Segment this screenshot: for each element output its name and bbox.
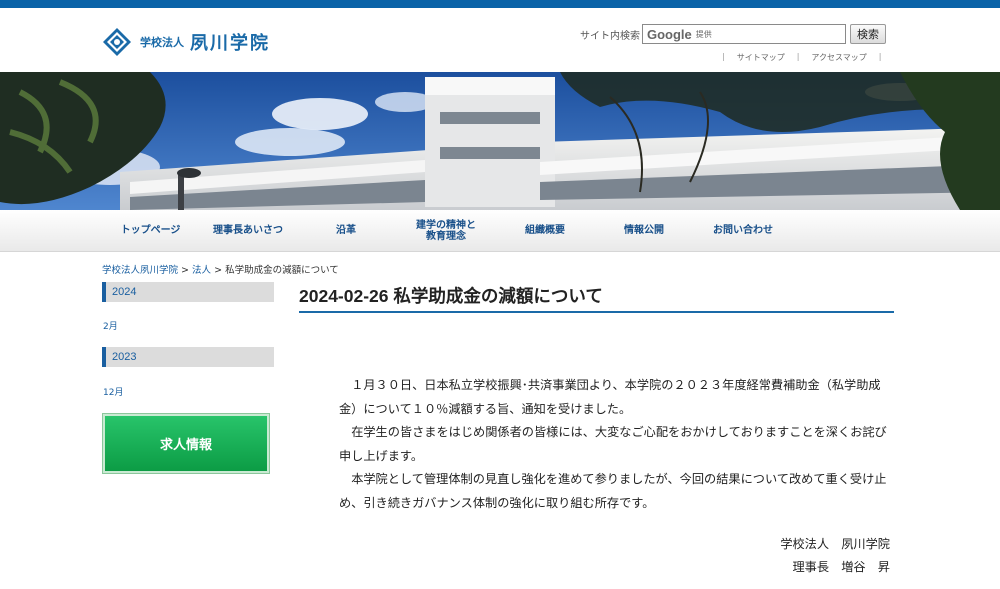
campus-photo-illustration [0, 72, 1000, 210]
nav-top-page[interactable]: トップページ [103, 210, 198, 252]
breadcrumb-separator: > [214, 265, 223, 276]
post-title: 2024-02-26 私学助成金の減額について [299, 285, 894, 313]
hero-campus-image [0, 72, 1000, 210]
nav-label: 情報公開 [624, 225, 664, 237]
search-label: サイト内検索 [580, 30, 640, 42]
nav-label: お問い合わせ [713, 225, 773, 237]
nav-chairman-greeting[interactable]: 理事長あいさつ [200, 210, 296, 252]
breadcrumb-separator: > [181, 265, 190, 276]
google-logo: Google [647, 26, 692, 42]
sidebar-year-2024[interactable]: 2024 [102, 282, 274, 302]
school-emblem-icon [103, 28, 131, 56]
nav-label: 沿革 [336, 225, 356, 237]
search-input[interactable]: Google 提供 [642, 24, 846, 44]
nav-organization[interactable]: 組織概要 [497, 210, 593, 252]
utility-links: | サイトマップ | アクセスマップ | [710, 52, 893, 63]
provider-suffix: 提供 [695, 29, 712, 39]
nav-founding-spirit[interactable]: 建学の精神と 教育理念 [398, 210, 494, 252]
site-logo[interactable]: 学校法人 夙川学院 [102, 27, 270, 57]
breadcrumb-link-home[interactable]: 学校法人夙川学院 [102, 265, 178, 276]
site-search: サイト内検索 Google 提供 検索 [580, 23, 886, 45]
sidebar-year-2023[interactable]: 2023 [102, 347, 274, 367]
nav-label: 建学の精神と 教育理念 [416, 219, 476, 243]
recruit-button[interactable]: 求人情報 [103, 414, 269, 473]
sidebar-month-link[interactable]: 2月 [103, 319, 118, 332]
access-map-link[interactable]: アクセスマップ [811, 52, 866, 63]
logo-name: 夙川学院 [190, 33, 270, 54]
global-navigation: トップページ 理事長あいさつ 沿革 建学の精神と 教育理念 組織概要 情報公開 … [0, 210, 1000, 252]
post-paragraph: 本学院として管理体制の見直し強化を進めて参りましたが、今回の結果について改めて重… [339, 472, 887, 510]
nav-label: 理事長あいさつ [213, 225, 283, 237]
nav-label: 組織概要 [525, 225, 565, 237]
search-button[interactable]: 検索 [850, 24, 886, 44]
site-header: 学校法人 夙川学院 サイト内検索 Google 提供 検索 | サイトマップ |… [0, 8, 1000, 72]
nav-disclosure[interactable]: 情報公開 [596, 210, 692, 252]
post-paragraph: １月３０日、日本私立学校振興･共済事業団より、本学院の２０２３年度経常費補助金（… [339, 378, 881, 416]
nav-contact[interactable]: お問い合わせ [695, 210, 791, 252]
post-body: １月３０日、日本私立学校振興･共済事業団より、本学院の２０２３年度経常費補助金（… [339, 374, 895, 516]
sitemap-link[interactable]: サイトマップ [737, 52, 785, 63]
post-paragraph: 在学生の皆さまをはじめ関係者の皆様には、大変なご心配をおかけしておりますことを深… [339, 425, 887, 463]
divider: | [796, 52, 800, 61]
top-accent-bar [0, 0, 1000, 8]
sidebar-month-link[interactable]: 12月 [103, 385, 123, 398]
signature-organization: 学校法人 夙川学院 [780, 537, 890, 551]
breadcrumb-link-corporation[interactable]: 法人 [192, 265, 211, 276]
breadcrumb: 学校法人夙川学院 > 法人 > 私学助成金の減額について [102, 262, 339, 276]
breadcrumb-current: 私学助成金の減額について [225, 265, 339, 276]
nav-history[interactable]: 沿革 [298, 210, 394, 252]
divider: | [722, 52, 725, 61]
logo-prefix: 学校法人 [140, 36, 184, 49]
signature-chairman: 理事長 増谷 昇 [792, 560, 891, 574]
nav-label: トップページ [120, 225, 181, 237]
divider: | [878, 52, 882, 61]
